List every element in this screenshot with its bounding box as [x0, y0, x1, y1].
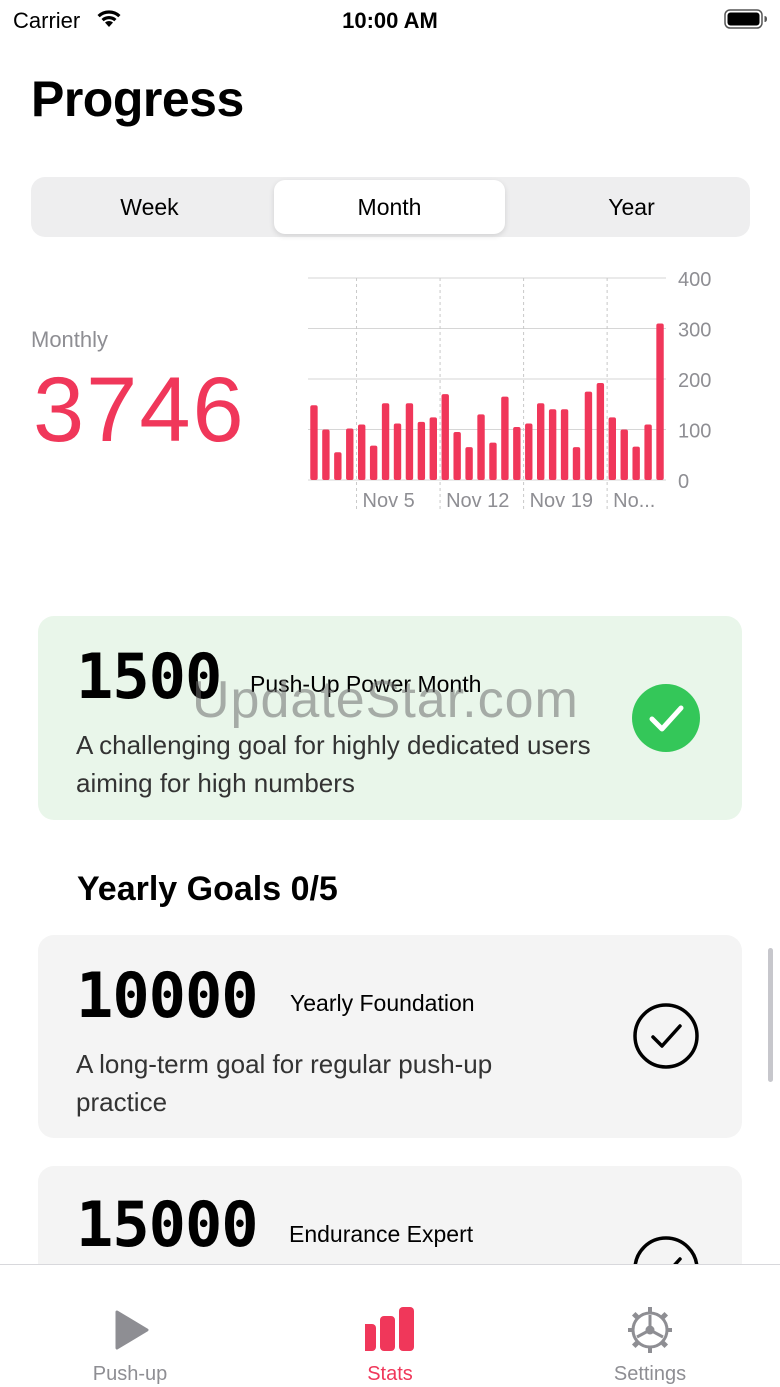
yearly-goals-title: Yearly Goals 0/5: [77, 870, 338, 908]
chart-bar: [393, 423, 402, 480]
y-tick-label: 300: [678, 320, 711, 342]
goal-name: Push-Up Power Month: [250, 671, 482, 697]
yearly-goal-card[interactable]: 15000 Endurance Expert: [38, 1166, 742, 1264]
chart-bar: [310, 405, 318, 480]
y-tick-label: 100: [678, 421, 711, 443]
checkmark-filled-icon: [632, 684, 700, 752]
segment-week[interactable]: Week: [34, 180, 265, 234]
chart-bar: [513, 426, 521, 480]
y-tick-label: 0: [678, 471, 689, 493]
period-segmented-control: Week Month Year: [31, 177, 750, 237]
tab-push-up[interactable]: Push-up: [0, 1265, 260, 1387]
chart-bar: [584, 391, 593, 480]
chart-bar: [537, 403, 545, 480]
y-tick-label: 200: [678, 370, 711, 392]
chart-bar: [596, 383, 605, 480]
play-icon: [115, 1310, 149, 1350]
chart-bar: [465, 447, 473, 480]
chart-bar: [381, 403, 390, 480]
chart-bar: [656, 323, 664, 480]
tab-label: Settings: [613, 1363, 687, 1385]
gear-icon: [628, 1307, 672, 1353]
chart-bar: [453, 432, 461, 480]
chart-bar: [525, 423, 533, 480]
x-tick-label: Nov 19: [530, 490, 593, 512]
chart-bar: [334, 452, 342, 480]
yearly-goal-card[interactable]: 10000 Yearly Foundation A long-term goal…: [38, 935, 742, 1138]
monthly-goal-card[interactable]: 1500 Push-Up Power Month A challenging g…: [38, 616, 742, 820]
tab-bar: Push-up Stats Settings: [0, 1264, 780, 1387]
monthly-total-value: 3746: [33, 359, 246, 461]
x-tick-label: No...: [613, 490, 655, 512]
goal-number: 10000: [76, 959, 259, 1032]
chart-bar: [560, 409, 569, 480]
bar-chart-icon: [365, 1307, 414, 1351]
battery-icon: [724, 9, 767, 29]
y-tick-label: 400: [678, 269, 711, 291]
scroll-indicator[interactable]: [768, 948, 773, 1082]
segment-year[interactable]: Year: [516, 180, 747, 234]
clock: 10:00 AM: [342, 8, 438, 33]
chart-bar: [441, 394, 449, 480]
chart-bar: [489, 442, 497, 480]
chart-bar: [608, 417, 616, 480]
goal-number: 1500: [76, 640, 222, 713]
status-bar: Carrier 10:00 AM: [0, 0, 780, 40]
chart-bar: [429, 417, 437, 480]
x-tick-label: Nov 5: [363, 490, 415, 512]
chart-bar: [548, 409, 557, 480]
tab-settings[interactable]: Settings: [520, 1265, 780, 1387]
segment-month[interactable]: Month: [274, 180, 505, 234]
chart-bar: [358, 424, 366, 480]
goal-name: Yearly Foundation: [290, 990, 475, 1016]
tab-label: Push-up: [92, 1363, 168, 1385]
chart-bar: [417, 421, 426, 480]
monthly-total-label: Monthly: [31, 327, 109, 352]
tab-label: Stats: [367, 1363, 413, 1385]
monthly-bar-chart: 0 100 200 300 400 Nov 5 Nov 12 Nov 19 No...: [308, 269, 711, 512]
page-title: Progress: [31, 71, 244, 127]
goal-description: A challenging goal for highly dedicated …: [76, 730, 591, 798]
tab-stats[interactable]: Stats: [260, 1265, 520, 1387]
goal-number: 15000: [76, 1188, 259, 1261]
chart-bar: [477, 414, 485, 480]
chart-bar: [346, 428, 354, 480]
goal-name: Endurance Expert: [289, 1221, 474, 1247]
chart-bar: [369, 445, 378, 480]
chart-bar: [644, 424, 652, 480]
chart-bar: [620, 429, 628, 480]
chart-bar: [632, 446, 640, 480]
chart-bar: [501, 396, 509, 480]
chart-bar: [322, 429, 330, 480]
checkmark-outline-icon: [633, 1003, 699, 1069]
chart-bar: [405, 403, 414, 480]
goal-description: A long-term goal for regular push-up pra…: [76, 1049, 493, 1117]
checkmark-outline-icon: [633, 1236, 699, 1264]
chart-bar: [572, 447, 581, 480]
x-tick-label: Nov 12: [446, 490, 509, 512]
